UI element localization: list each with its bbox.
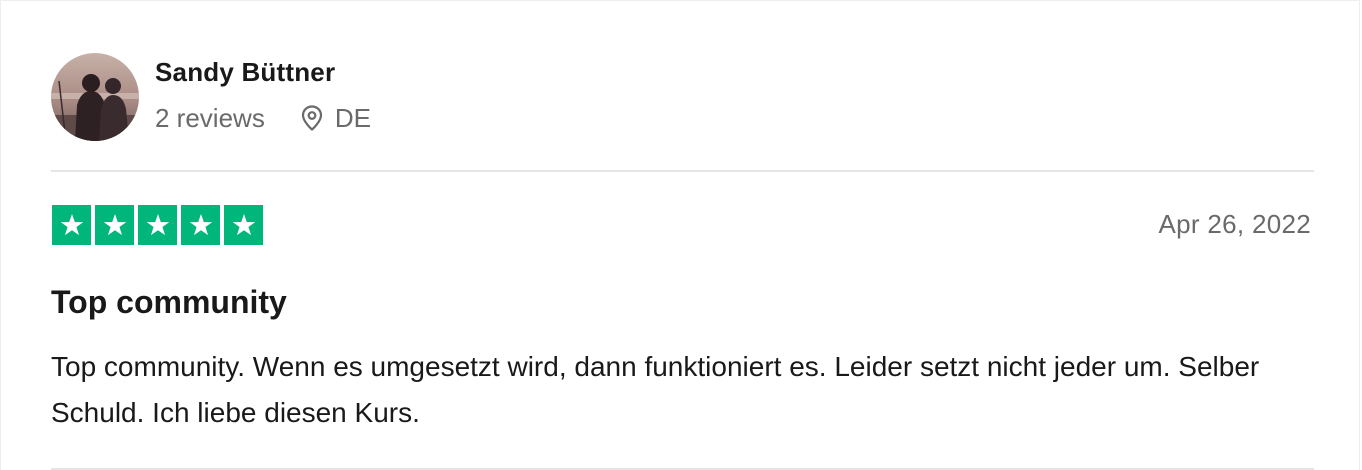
avatar[interactable]	[51, 53, 139, 141]
review-title[interactable]: Top community	[51, 282, 287, 322]
star-icon	[95, 205, 134, 245]
avatar-photo	[51, 53, 139, 141]
star-icon	[52, 205, 91, 245]
consumer-details: Sandy Büttner 2 reviews DE	[155, 53, 371, 134]
review-card: Sandy Büttner 2 reviews DE Apr 26, 2022 …	[0, 0, 1360, 470]
consumer-name[interactable]: Sandy Büttner	[155, 56, 371, 88]
consumer-info: Sandy Büttner 2 reviews DE	[51, 53, 371, 141]
consumer-meta: 2 reviews DE	[155, 102, 371, 134]
star-icon	[138, 205, 177, 245]
divider	[51, 170, 1314, 172]
star-rating	[52, 205, 263, 245]
review-date: Apr 26, 2022	[1158, 209, 1311, 239]
star-icon	[224, 205, 263, 245]
star-icon	[181, 205, 220, 245]
location-pin-icon	[301, 105, 322, 131]
review-text: Top community. Wenn es umgesetzt wird, d…	[51, 351, 1260, 428]
reviews-count: 2 reviews	[155, 103, 265, 133]
country-code: DE	[334, 103, 371, 133]
consumer-location: DE	[299, 102, 371, 134]
